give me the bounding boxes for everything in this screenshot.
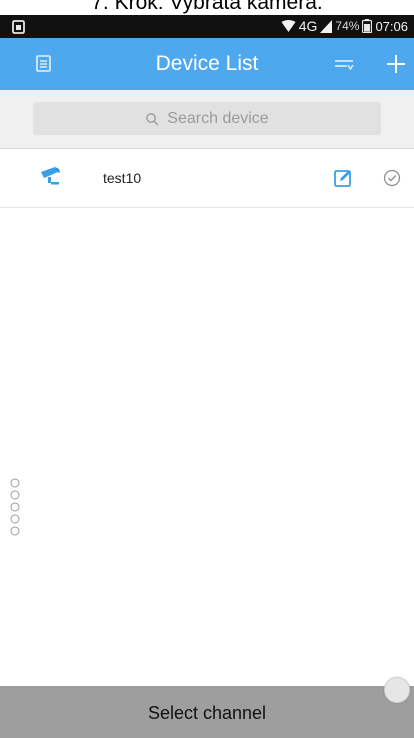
sim-icon	[12, 20, 25, 34]
wifi-icon	[281, 19, 296, 32]
select-channel-label: Select channel	[147, 703, 267, 723]
search-input[interactable]: Search device	[33, 102, 381, 135]
status-right: 4G 74% 07:06	[281, 18, 408, 34]
sort-icon[interactable]	[333, 56, 355, 74]
search-area: Search device	[0, 90, 414, 149]
signal-icon	[320, 19, 333, 33]
device-name: test10	[103, 170, 142, 186]
camera-icon	[41, 167, 60, 185]
battery-percent: 74%	[335, 19, 360, 33]
search-icon	[146, 112, 159, 125]
drag-handle-icon[interactable]	[10, 477, 20, 537]
add-icon[interactable]	[384, 52, 408, 76]
select-channel-button[interactable]: Select channel	[0, 686, 414, 738]
network-type: 4G	[298, 18, 318, 34]
page-caption: 7. Krok: Vybrata kamera.	[0, 0, 414, 16]
app-bar: Device List	[0, 38, 414, 90]
status-time: 07:06	[375, 18, 408, 34]
edit-icon[interactable]	[333, 168, 353, 188]
battery-icon	[362, 19, 373, 33]
search-placeholder: Search device	[167, 109, 269, 127]
caption-text: 7. Krok: Vybrata kamera.	[91, 0, 323, 14]
floating-button[interactable]	[384, 677, 410, 703]
device-row[interactable]: test10	[0, 149, 414, 208]
status-bar: 4G 74% 07:06	[0, 15, 414, 38]
check-icon[interactable]	[382, 168, 402, 188]
